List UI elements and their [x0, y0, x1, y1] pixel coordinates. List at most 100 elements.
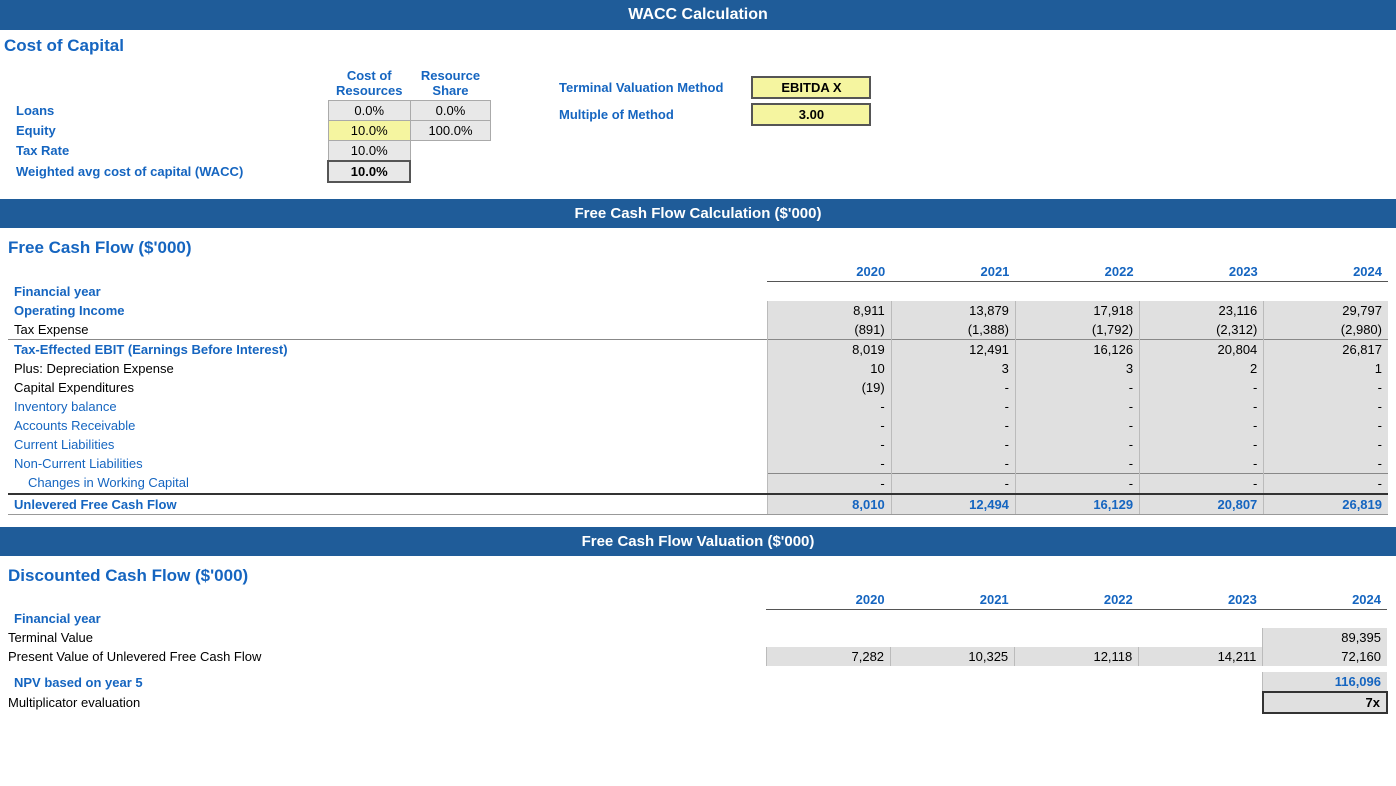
npv-empty4 [1139, 672, 1263, 692]
fcf-row-ncl: Non-Current Liabilities - - - - - [8, 454, 1388, 474]
fcf-row-operating: Operating Income 8,911 13,879 17,918 23,… [8, 301, 1388, 320]
loans-cost[interactable]: 0.0% [328, 101, 410, 121]
cost-of-capital-header: Cost of Capital [0, 30, 1396, 60]
operating-2024: 29,797 [1264, 301, 1388, 320]
dcf-row-pv: Present Value of Unlevered Free Cash Flo… [8, 647, 1387, 666]
tv-2021 [891, 628, 1015, 647]
ebit-2021: 12,491 [891, 339, 1015, 359]
ar-2020: - [767, 416, 891, 435]
mult-empty4 [1139, 692, 1263, 713]
operating-label: Operating Income [8, 301, 767, 320]
fcf-section-title: Free Cash Flow Calculation ($'000) [0, 199, 1396, 228]
depreciation-2024: 1 [1264, 359, 1388, 378]
ebit-2020: 8,019 [767, 339, 891, 359]
ar-2023: - [1140, 416, 1264, 435]
tv-2024: 89,395 [1263, 628, 1387, 647]
depreciation-label: Plus: Depreciation Expense [8, 359, 767, 378]
valuation-section-title: Free Cash Flow Valuation ($'000) [0, 527, 1396, 556]
dcf-header-row: 2020 2021 2022 2023 2024 [8, 590, 1387, 610]
inventory-2023: - [1140, 397, 1264, 416]
capex-2020: (19) [767, 378, 891, 397]
col-header-cost: Cost ofResources [328, 66, 410, 101]
wacc-cost[interactable]: 10.0% [328, 161, 410, 182]
terminal-row1: Terminal Valuation Method EBITDA X [551, 74, 879, 101]
dcf-year-2021: 2021 [891, 590, 1015, 610]
wacc-label: Weighted avg cost of capital (WACC) [8, 161, 328, 182]
equity-cost[interactable]: 10.0% [328, 121, 410, 141]
operating-2022: 17,918 [1015, 301, 1139, 320]
unlevered-2024: 26,819 [1264, 494, 1388, 515]
unlevered-2022: 16,129 [1015, 494, 1139, 515]
top-area: Cost ofResources ResourceShare Loans 0.0… [8, 64, 1388, 183]
mult-empty2 [891, 692, 1015, 713]
depreciation-2020: 10 [767, 359, 891, 378]
wc-2021: - [891, 473, 1015, 494]
fcf-container: Free Cash Flow ($'000) 2020 2021 2022 20… [0, 228, 1396, 519]
wacc-share-empty [410, 161, 490, 182]
ncl-2021: - [891, 454, 1015, 474]
dcf-row-npv: NPV based on year 5 116,096 [8, 672, 1387, 692]
equity-share[interactable]: 100.0% [410, 121, 490, 141]
terminal-value-label: Terminal Value [8, 628, 766, 647]
dcf-table: 2020 2021 2022 2023 2024 Financial year … [8, 590, 1388, 715]
inventory-2024: - [1264, 397, 1388, 416]
year-2024-header: 2024 [1264, 262, 1388, 282]
dcf-year-2023: 2023 [1139, 590, 1263, 610]
pv-label: Present Value of Unlevered Free Cash Flo… [8, 647, 766, 666]
col-header-share: ResourceShare [410, 66, 490, 101]
dcf-year-2022: 2022 [1015, 590, 1139, 610]
wacc-row-taxrate: Tax Rate 10.0% [8, 141, 490, 162]
fcf-row-depreciation: Plus: Depreciation Expense 10 3 3 2 1 [8, 359, 1388, 378]
tv-2023 [1139, 628, 1263, 647]
npv-empty1 [766, 672, 890, 692]
terminal-row2: Multiple of Method 3.00 [551, 101, 879, 128]
fcf-table: 2020 2021 2022 2023 2024 Financial year … [8, 262, 1388, 515]
taxrate-cost[interactable]: 10.0% [328, 141, 410, 162]
ar-2022: - [1015, 416, 1139, 435]
equity-label: Equity [8, 121, 328, 141]
terminal-table: Terminal Valuation Method EBITDA X Multi… [551, 74, 879, 128]
taxrate-label: Tax Rate [8, 141, 328, 162]
dcf-row-mult: Multiplicator evaluation 7x [8, 692, 1387, 713]
dcf-year-2024: 2024 [1263, 590, 1387, 610]
ncl-2024: - [1264, 454, 1388, 474]
loans-share[interactable]: 0.0% [410, 101, 490, 121]
fcf-row-tax: Tax Expense (891) (1,388) (1,792) (2,312… [8, 320, 1388, 340]
fcf-row-ar: Accounts Receivable - - - - - [8, 416, 1388, 435]
tax-2020: (891) [767, 320, 891, 340]
ar-2021: - [891, 416, 1015, 435]
ebit-2023: 20,804 [1140, 339, 1264, 359]
mult-value[interactable]: 7x [1263, 692, 1387, 713]
tax-2021: (1,388) [891, 320, 1015, 340]
npv-empty3 [1015, 672, 1139, 692]
tv-2020 [766, 628, 890, 647]
fcf-row-cl: Current Liabilities - - - - - [8, 435, 1388, 454]
cl-2024: - [1264, 435, 1388, 454]
capex-2023: - [1140, 378, 1264, 397]
terminal-value1[interactable]: EBITDA X [751, 76, 871, 99]
depreciation-2022: 3 [1015, 359, 1139, 378]
fcf-row-wc: Changes in Working Capital - - - - - [8, 473, 1388, 494]
terminal-value2[interactable]: 3.00 [751, 103, 871, 126]
ar-label: Accounts Receivable [8, 416, 767, 435]
inventory-2020: - [767, 397, 891, 416]
unlevered-label: Unlevered Free Cash Flow [8, 494, 767, 515]
fcf-label-col [8, 262, 767, 282]
dcf-financial-year-row: Financial year [8, 609, 1387, 628]
operating-2020: 8,911 [767, 301, 891, 320]
unlevered-2020: 8,010 [767, 494, 891, 515]
ncl-label: Non-Current Liabilities [8, 454, 767, 474]
year-2020-header: 2020 [767, 262, 891, 282]
mult-label: Multiplicator evaluation [8, 692, 766, 713]
unlevered-2023: 20,807 [1140, 494, 1264, 515]
capex-label: Capital Expenditures [8, 378, 767, 397]
cost-of-capital-container: Cost ofResources ResourceShare Loans 0.0… [0, 60, 1396, 191]
wc-2024: - [1264, 473, 1388, 494]
ebit-2022: 16,126 [1015, 339, 1139, 359]
capex-2021: - [891, 378, 1015, 397]
tax-2024: (2,980) [1264, 320, 1388, 340]
mult-empty3 [1015, 692, 1139, 713]
terminal-label2: Multiple of Method [551, 101, 731, 128]
dcf-year-2020: 2020 [766, 590, 890, 610]
ncl-2022: - [1015, 454, 1139, 474]
